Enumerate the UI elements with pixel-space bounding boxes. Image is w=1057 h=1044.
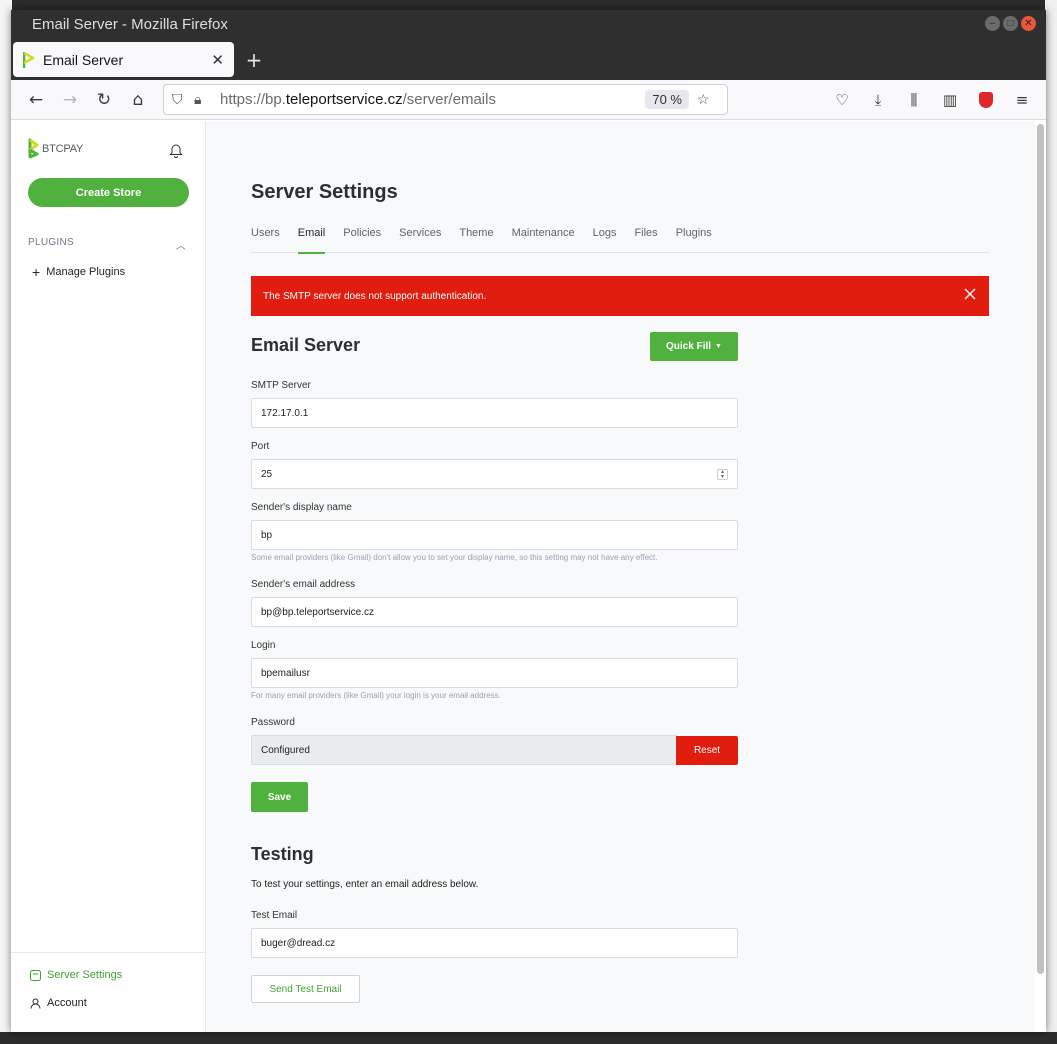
login-hint: For many email providers (like Gmail) yo… — [251, 691, 501, 700]
web-page: BTCPAY Create Store PLUGINS ︿ + Manage P… — [11, 121, 1035, 1032]
extension-shield-icon[interactable] — [970, 85, 1002, 115]
server-settings-link[interactable]: Server Settings — [30, 969, 122, 981]
password-input: Configured — [251, 735, 677, 765]
page-title: Server Settings — [251, 181, 398, 203]
tab-theme[interactable]: Theme — [459, 227, 493, 253]
window-title: Email Server - Mozilla Firefox — [32, 15, 228, 33]
url-text[interactable]: https://bp.teleportservice.cz/server/ema… — [220, 91, 645, 108]
email-server-heading: Email Server — [251, 335, 361, 355]
tab-services[interactable]: Services — [399, 227, 441, 253]
server-settings-label: Server Settings — [47, 969, 123, 981]
plugins-section-header[interactable]: PLUGINS ︿ — [28, 237, 186, 252]
display-name-input[interactable]: bp — [251, 520, 738, 550]
btcpay-favicon-icon — [23, 51, 35, 68]
port-spinner-icon[interactable]: ▴ ▾ — [717, 469, 728, 480]
tracking-protection-icon[interactable]: ⛉ — [172, 91, 194, 108]
forward-button[interactable]: → — [53, 85, 87, 115]
port-value: 25 — [261, 468, 273, 480]
main-content: Server Settings Users Email Policies Ser… — [206, 121, 1035, 1032]
user-icon — [30, 998, 41, 1009]
toolbar-right: ♡ ⤓ ⫼ ▥ ≡ — [826, 85, 1038, 115]
display-name-hint: Some email providers (like Gmail) don't … — [251, 553, 658, 562]
send-test-email-button[interactable]: Send Test Email — [251, 975, 360, 1003]
close-alert-icon[interactable] — [963, 287, 977, 301]
save-button[interactable]: Save — [251, 782, 308, 812]
close-tab-icon[interactable]: ✕ — [211, 51, 224, 69]
chevron-up-icon[interactable]: ︿ — [176, 237, 186, 252]
hamburger-menu-icon[interactable]: ≡ — [1006, 85, 1038, 115]
navigation-bar: ← → ↻ ⌂ ⛉ 🔒︎ https://bp.teleportservice.… — [11, 80, 1046, 120]
testing-heading: Testing — [251, 844, 314, 864]
url-bar[interactable]: ⛉ 🔒︎ https://bp.teleportservice.cz/serve… — [163, 84, 728, 115]
plugins-heading: PLUGINS — [28, 237, 75, 248]
create-store-button[interactable]: Create Store — [28, 178, 189, 207]
port-input[interactable]: 25 ▴ ▾ — [251, 459, 738, 489]
sender-email-input[interactable]: bp@bp.teleportservice.cz — [251, 597, 738, 627]
alert-message: The SMTP server does not support authent… — [263, 290, 487, 302]
new-tab-button[interactable]: + — [234, 42, 274, 77]
close-window-button[interactable]: ✕ — [1021, 16, 1036, 31]
test-email-label: Test Email — [251, 910, 298, 921]
minimize-button[interactable]: – — [985, 16, 1000, 31]
tab-title: Email Server — [43, 51, 124, 68]
notifications-bell-icon[interactable] — [169, 142, 183, 158]
tab-email[interactable]: Email — [297, 227, 325, 254]
btcpay-logo-icon — [28, 138, 39, 159]
manage-plugins-label: Manage Plugins — [46, 266, 126, 278]
maximize-button[interactable]: □ — [1003, 16, 1018, 31]
brand-logo[interactable]: BTCPAY — [28, 138, 83, 159]
caret-down-icon: ▼ — [715, 343, 722, 350]
manage-plugins-link[interactable]: + Manage Plugins — [32, 265, 125, 279]
account-link[interactable]: Account — [30, 997, 87, 1009]
tab-plugins[interactable]: Plugins — [676, 227, 712, 253]
bookmark-star-icon[interactable]: ☆ — [697, 91, 719, 108]
back-button[interactable]: ← — [19, 85, 53, 115]
desktop-background-right — [1045, 0, 1057, 1044]
testing-description: To test your settings, enter an email ad… — [251, 879, 479, 890]
page-scrollbar[interactable] — [1037, 124, 1044, 974]
zoom-level-badge[interactable]: 70 % — [645, 90, 689, 109]
lock-icon[interactable]: 🔒︎ — [194, 91, 216, 108]
sender-email-label: Sender's email address — [251, 579, 356, 590]
taskbar — [0, 1032, 1057, 1044]
downloads-icon[interactable]: ⤓ — [862, 85, 894, 115]
tab-files[interactable]: Files — [634, 227, 657, 253]
sidebar-toggle-icon[interactable]: ▥ — [934, 85, 966, 115]
tab-strip: Email Server ✕ + — [11, 38, 1046, 80]
library-icon[interactable]: ⫼ — [898, 85, 930, 115]
smtp-server-input[interactable]: 172.17.0.1 — [251, 398, 738, 428]
test-email-input[interactable]: buger@dread.cz — [251, 928, 738, 958]
sidebar: BTCPAY Create Store PLUGINS ︿ + Manage P… — [11, 121, 206, 1032]
home-button[interactable]: ⌂ — [121, 85, 155, 115]
brand-name: BTCPAY — [42, 142, 84, 155]
reload-button[interactable]: ↻ — [87, 85, 121, 115]
smtp-server-label: SMTP Server — [251, 380, 311, 391]
login-label: Login — [251, 640, 276, 651]
window-controls: – □ ✕ — [985, 16, 1036, 31]
port-label: Port — [251, 441, 270, 452]
browser-tab[interactable]: Email Server ✕ — [13, 42, 234, 77]
tab-logs[interactable]: Logs — [593, 227, 617, 253]
tab-users[interactable]: Users — [251, 227, 280, 253]
account-label: Account — [47, 997, 87, 1009]
settings-tabs: Users Email Policies Services Theme Main… — [251, 227, 989, 254]
tab-maintenance[interactable]: Maintenance — [512, 227, 575, 253]
password-label: Password — [251, 717, 295, 728]
server-icon — [30, 969, 41, 981]
quick-fill-label: Quick Fill — [666, 341, 712, 352]
browser-window: Email Server - Mozilla Firefox – □ ✕ Ema… — [11, 10, 1046, 1032]
window-titlebar: Email Server - Mozilla Firefox – □ ✕ — [11, 10, 1046, 38]
pocket-icon[interactable]: ♡ — [826, 85, 858, 115]
plus-icon: + — [32, 264, 41, 280]
error-alert: The SMTP server does not support authent… — [251, 276, 989, 316]
display-name-label: Sender's display name — [251, 502, 352, 513]
tab-policies[interactable]: Policies — [343, 227, 381, 253]
sidebar-footer: Server Settings Account — [11, 952, 205, 1032]
login-input[interactable]: bpemailusr — [251, 658, 738, 688]
quick-fill-dropdown[interactable]: Quick Fill ▼ — [650, 332, 738, 361]
reset-password-button[interactable]: Reset — [676, 736, 738, 765]
